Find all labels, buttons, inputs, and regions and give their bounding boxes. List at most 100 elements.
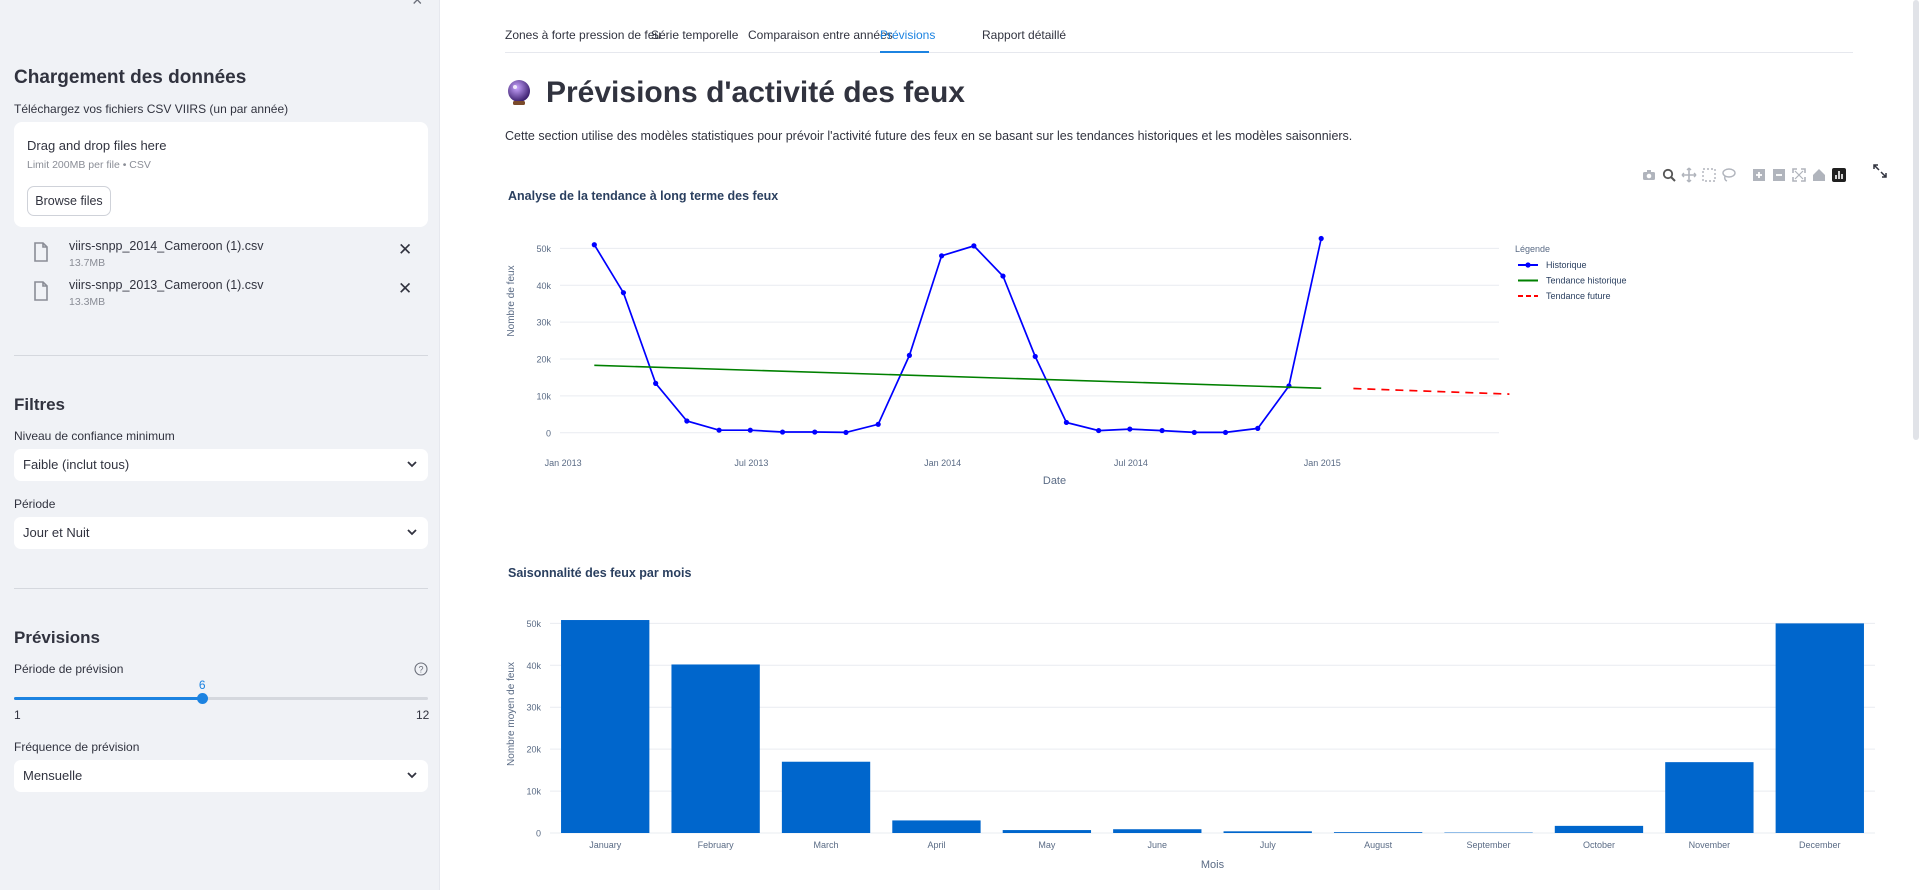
- intro-text: Cette section utilise des modèles statis…: [505, 129, 1353, 143]
- bar: [1775, 623, 1864, 833]
- bar: [1554, 825, 1644, 833]
- data-point: [684, 418, 690, 424]
- slider-value: 6: [198, 678, 206, 692]
- data-point: [906, 352, 912, 358]
- y-tick-label: 0: [546, 428, 551, 438]
- period-select[interactable]: Jour et Nuit: [14, 517, 428, 549]
- camera-icon[interactable]: [1641, 167, 1657, 183]
- sidebar-divider: [14, 355, 428, 356]
- data-point: [971, 243, 977, 249]
- confidence-select[interactable]: Faible (inclut tous): [14, 449, 428, 481]
- x-tick-label: March: [814, 840, 839, 850]
- tab-previsions[interactable]: Prévisions: [880, 28, 935, 42]
- bar: [1113, 829, 1202, 833]
- series-line-historique: [593, 238, 1323, 434]
- x-tick-label: Jan 2015: [1304, 458, 1341, 468]
- fullscreen-icon[interactable]: [1872, 163, 1888, 179]
- data-loading-heading: Chargement des données: [14, 67, 247, 88]
- box-select-icon[interactable]: [1701, 167, 1717, 183]
- data-point: [653, 380, 659, 386]
- data-point: [1222, 429, 1229, 436]
- remove-file-icon[interactable]: ✕: [398, 280, 412, 298]
- x-tick-label: June: [1148, 840, 1168, 850]
- data-point: [939, 253, 945, 259]
- tab-serie-temporelle[interactable]: Série temporelle: [651, 28, 738, 42]
- crystal-ball-icon: [508, 80, 530, 105]
- reset-axes-icon[interactable]: [1811, 167, 1827, 183]
- file-name: viirs-snpp_2014_Cameroon (1).csv: [69, 239, 264, 253]
- trend-chart: 0 10k 20k 30k 40k 50k Jan 2013 Jul 2013 Jan 2014…: [506, 235, 1627, 487]
- bar: [1223, 831, 1312, 833]
- remove-file-icon[interactable]: ✕: [398, 241, 412, 259]
- legend-label: Tendance future: [1546, 291, 1611, 301]
- x-tick-label: July: [1260, 840, 1277, 850]
- y-tick-label: 30k: [536, 318, 551, 328]
- y-tick-label: 40k: [526, 661, 541, 671]
- slider-thumb[interactable]: [197, 693, 209, 704]
- bar: [1333, 832, 1423, 833]
- tab-comparaison[interactable]: Comparaison entre années: [748, 28, 893, 42]
- x-axis-label: Date: [1043, 475, 1066, 487]
- forecast-period-slider[interactable]: [14, 693, 428, 704]
- x-tick-label: Jan 2013: [545, 458, 582, 468]
- pan-icon[interactable]: [1681, 167, 1697, 183]
- legend-marker: [1525, 262, 1531, 268]
- data-point: [1255, 425, 1261, 431]
- close-sidebar-icon[interactable]: ×: [412, 0, 423, 11]
- browse-files-button[interactable]: Browse files: [27, 186, 111, 216]
- data-point: [591, 242, 597, 248]
- zoom-in-icon[interactable]: [1751, 167, 1767, 183]
- page-title: Prévisions d'activité des feux: [505, 76, 965, 110]
- file-dropzone[interactable]: Drag and drop files here Limit 200MB per…: [14, 122, 428, 227]
- period-label: Période: [14, 497, 56, 511]
- legend-label: Tendance historique: [1546, 276, 1627, 286]
- x-tick-label: January: [589, 840, 622, 850]
- page-scrollbar[interactable]: [1913, 0, 1919, 440]
- svg-text:?: ?: [418, 665, 423, 675]
- help-icon[interactable]: ?: [414, 662, 428, 676]
- data-point: [843, 429, 849, 436]
- tab-zones[interactable]: Zones à forte pression de feu: [505, 28, 661, 42]
- data-point: [1000, 273, 1006, 279]
- data-point: [812, 429, 818, 435]
- plotly-logo-icon[interactable]: [1831, 167, 1847, 183]
- legend-title: Légende: [1515, 244, 1550, 254]
- bar: [1665, 762, 1754, 833]
- uploaded-file-item: viirs-snpp_2014_Cameroon (1).csv 13.7MB …: [30, 239, 420, 273]
- data-point: [1127, 426, 1133, 432]
- y-tick-label: 30k: [526, 703, 541, 713]
- y-tick-label: 10k: [536, 391, 551, 401]
- tab-bar: Zones à forte pression de feu Série temp…: [505, 18, 1853, 53]
- y-tick-label: 0: [536, 829, 541, 839]
- x-tick-label: October: [1583, 840, 1615, 850]
- x-tick-label: May: [1038, 840, 1056, 850]
- frequency-label: Fréquence de prévision: [14, 740, 140, 754]
- chevron-down-icon: [407, 772, 417, 779]
- data-point: [1159, 427, 1165, 434]
- zoom-out-icon[interactable]: [1771, 167, 1787, 183]
- data-point: [747, 427, 753, 433]
- autoscale-icon[interactable]: [1791, 167, 1807, 183]
- bar: [892, 820, 981, 833]
- lasso-icon[interactable]: [1721, 167, 1737, 183]
- seasonality-chart: 0 10k 20k 30k 40k 50k January February March Apri…: [506, 619, 1875, 871]
- chevron-down-icon: [407, 461, 417, 468]
- chevron-down-icon: [407, 529, 417, 536]
- data-point: [1096, 427, 1102, 434]
- zoom-icon[interactable]: [1661, 167, 1677, 183]
- chart-modebar: [1641, 164, 1851, 186]
- confidence-select-value: Faible (inclut tous): [23, 457, 130, 472]
- slider-max: 12: [416, 708, 430, 722]
- frequency-select[interactable]: Mensuelle: [14, 760, 428, 792]
- file-size: 13.7MB: [69, 257, 106, 269]
- x-tick-label: Jul 2014: [1114, 458, 1148, 468]
- y-tick-label: 50k: [536, 244, 551, 254]
- y-axis-label: Nombre moyen de feux: [506, 662, 517, 766]
- period-select-value: Jour et Nuit: [23, 525, 90, 540]
- tab-rapport[interactable]: Rapport détaillé: [982, 28, 1066, 42]
- x-tick-label: December: [1799, 840, 1841, 850]
- frequency-select-value: Mensuelle: [23, 768, 83, 783]
- y-tick-label: 20k: [536, 355, 551, 365]
- data-point: [1318, 235, 1324, 242]
- main-content: Zones à forte pression de feu Série temp…: [441, 0, 1919, 890]
